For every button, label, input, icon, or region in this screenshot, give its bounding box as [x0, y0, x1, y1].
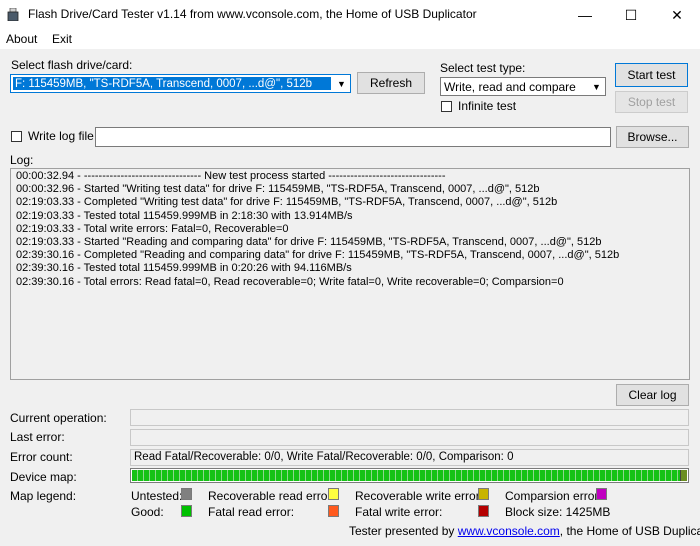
log-label: Log: — [10, 153, 34, 167]
log-line: 02:39:30.16 - Tested total 115459.999MB … — [16, 262, 352, 275]
error-count-field: Read Fatal/Recoverable: 0/0, Write Fatal… — [130, 449, 689, 466]
menu-bar — [0, 30, 700, 49]
legend-recoverable-read-label: Recoverable read error: — [208, 489, 335, 503]
error-count-label: Error count: — [10, 450, 73, 464]
legend-untested-label: Untested: — [131, 489, 183, 503]
log-line: 02:39:30.16 - Total errors: Read fatal=0… — [16, 275, 564, 288]
device-map — [130, 468, 689, 483]
write-log-checkbox[interactable] — [11, 131, 22, 142]
error-count-value: Read Fatal/Recoverable: 0/0, Write Fatal… — [134, 451, 514, 463]
chevron-down-icon: ▼ — [337, 78, 346, 89]
menu-about[interactable]: About — [6, 32, 37, 46]
close-button[interactable]: ✕ — [654, 0, 700, 30]
maximize-button[interactable]: ☐ — [608, 0, 654, 30]
test-type-label: Select test type: — [440, 61, 526, 75]
drive-select-value: F: 115459MB, "TS-RDF5A, Transcend, 0007,… — [13, 77, 331, 90]
legend-good-swatch — [181, 505, 192, 517]
legend-recoverable-write-label: Recoverable write error: — [355, 489, 484, 503]
log-output[interactable]: 00:00:32.94 - --------------------------… — [10, 168, 690, 380]
footer-prefix: Tester presented by — [349, 524, 455, 538]
drive-select[interactable]: F: 115459MB, "TS-RDF5A, Transcend, 0007,… — [10, 74, 351, 93]
minimize-button[interactable]: — — [562, 0, 608, 30]
drive-select-label: Select flash drive/card: — [11, 58, 133, 72]
last-error-field — [130, 429, 689, 446]
legend-fatal-read-swatch — [328, 505, 339, 517]
legend-fatal-write-swatch — [478, 505, 489, 517]
log-line: 00:00:32.96 - Started "Writing test data… — [16, 183, 540, 196]
log-file-path-input[interactable] — [95, 127, 611, 147]
device-map-last-block — [680, 470, 687, 481]
log-line: 02:39:30.16 - Completed "Reading and com… — [16, 249, 620, 262]
device-map-label: Device map: — [10, 470, 77, 484]
log-line: 02:19:03.33 - Started "Reading and compa… — [16, 236, 602, 249]
footer-text: Tester presented by www.vconsole.com, th… — [349, 524, 700, 538]
map-legend-label: Map legend: — [10, 489, 77, 503]
browse-button[interactable]: Browse... — [616, 126, 689, 148]
infinite-test-checkbox[interactable] — [441, 101, 452, 112]
last-error-label: Last error: — [10, 430, 65, 444]
menu-exit[interactable]: Exit — [52, 32, 72, 46]
usb-drive-icon — [7, 8, 19, 21]
footer-suffix: , the Home of USB Duplicator. — [559, 524, 700, 538]
refresh-button[interactable]: Refresh — [357, 72, 425, 94]
test-type-select[interactable]: Write, read and compare ▼ — [440, 77, 606, 96]
legend-recoverable-write-swatch — [478, 488, 489, 500]
device-map-good-blocks — [132, 470, 680, 481]
block-size-label: Block size: 1425MB — [505, 505, 611, 519]
vconsole-link[interactable]: www.vconsole.com — [458, 524, 560, 538]
legend-untested-swatch — [181, 488, 192, 500]
window-title: Flash Drive/Card Tester v1.14 from www.v… — [28, 7, 477, 21]
legend-comparison-swatch — [596, 488, 607, 500]
legend-recoverable-read-swatch — [328, 488, 339, 500]
log-line: 02:19:03.33 - Tested total 115459.999MB … — [16, 209, 353, 222]
stop-test-button[interactable]: Stop test — [615, 91, 688, 113]
legend-fatal-read-label: Fatal read error: — [208, 505, 295, 519]
legend-good-label: Good: — [131, 505, 164, 519]
log-line: 02:19:03.33 - Completed "Writing test da… — [16, 196, 558, 209]
test-type-value: Write, read and compare — [444, 80, 576, 94]
legend-fatal-write-label: Fatal write error: — [355, 505, 443, 519]
write-log-label: Write log file — [28, 129, 94, 143]
legend-comparison-label: Comparsion error: — [505, 489, 602, 503]
clear-log-button[interactable]: Clear log — [616, 384, 689, 406]
chevron-down-icon: ▼ — [592, 81, 601, 92]
log-line: 02:19:03.33 - Total write errors: Fatal=… — [16, 222, 289, 235]
current-operation-field — [130, 409, 689, 426]
start-test-button[interactable]: Start test — [615, 63, 688, 87]
current-operation-label: Current operation: — [10, 411, 107, 425]
log-line: 00:00:32.94 - --------------------------… — [16, 170, 446, 182]
infinite-test-label: Infinite test — [458, 99, 517, 113]
